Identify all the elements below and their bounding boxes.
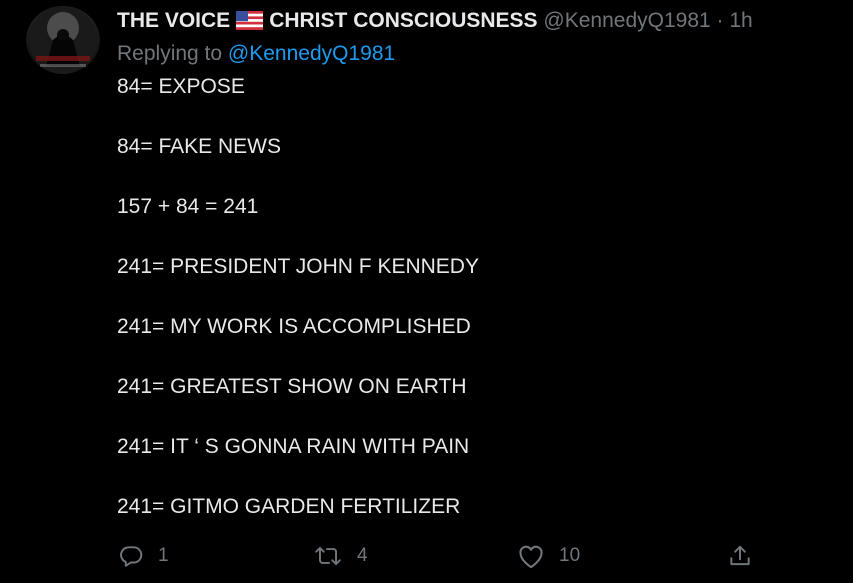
replying-to-label: Replying to bbox=[117, 42, 228, 65]
retweet-button[interactable]: 4 bbox=[313, 541, 368, 571]
tweet: THE VOICE CHRIST CONSCIOUSNESS @KennedyQ… bbox=[0, 0, 853, 583]
timestamp[interactable]: 1h bbox=[729, 9, 752, 32]
reply-count: 1 bbox=[158, 545, 169, 566]
separator-dot: · bbox=[716, 9, 724, 32]
mention-link[interactable]: @KennedyQ1981 bbox=[228, 42, 395, 65]
tweet-line: 84= EXPOSE bbox=[117, 75, 245, 98]
like-count: 10 bbox=[559, 545, 581, 566]
tweet-header: THE VOICE CHRIST CONSCIOUSNESS @KennedyQ… bbox=[117, 8, 753, 37]
tweet-line: 241= PRESIDENT JOHN F KENNEDY bbox=[117, 255, 479, 278]
author-name-suffix[interactable]: CHRIST CONSCIOUSNESS bbox=[269, 9, 537, 32]
author-name[interactable]: THE VOICE bbox=[117, 9, 230, 32]
tweet-line: 241= IT ‘ S GONNA RAIN WITH PAIN bbox=[117, 435, 470, 458]
retweet-icon bbox=[313, 543, 343, 569]
tweet-line: 157 + 84 = 241 bbox=[117, 195, 259, 218]
heart-icon bbox=[517, 543, 545, 569]
tweet-line: 84= FAKE NEWS bbox=[117, 135, 281, 158]
share-button[interactable] bbox=[727, 541, 753, 571]
retweet-count: 4 bbox=[357, 545, 368, 566]
tweet-line: 241= MY WORK IS ACCOMPLISHED bbox=[117, 315, 471, 338]
replying-to: Replying to @KennedyQ1981 bbox=[117, 41, 395, 67]
share-icon bbox=[727, 543, 753, 569]
tweet-line: 241= GITMO GARDEN FERTILIZER bbox=[117, 495, 461, 518]
like-button[interactable]: 10 bbox=[517, 541, 580, 571]
avatar[interactable] bbox=[26, 6, 100, 74]
reply-button[interactable]: 1 bbox=[118, 541, 169, 571]
author-handle[interactable]: @KennedyQ1981 bbox=[543, 9, 710, 32]
us-flag-icon bbox=[236, 11, 264, 37]
tweet-line: 241= GREATEST SHOW ON EARTH bbox=[117, 375, 467, 398]
reply-icon bbox=[118, 543, 144, 569]
